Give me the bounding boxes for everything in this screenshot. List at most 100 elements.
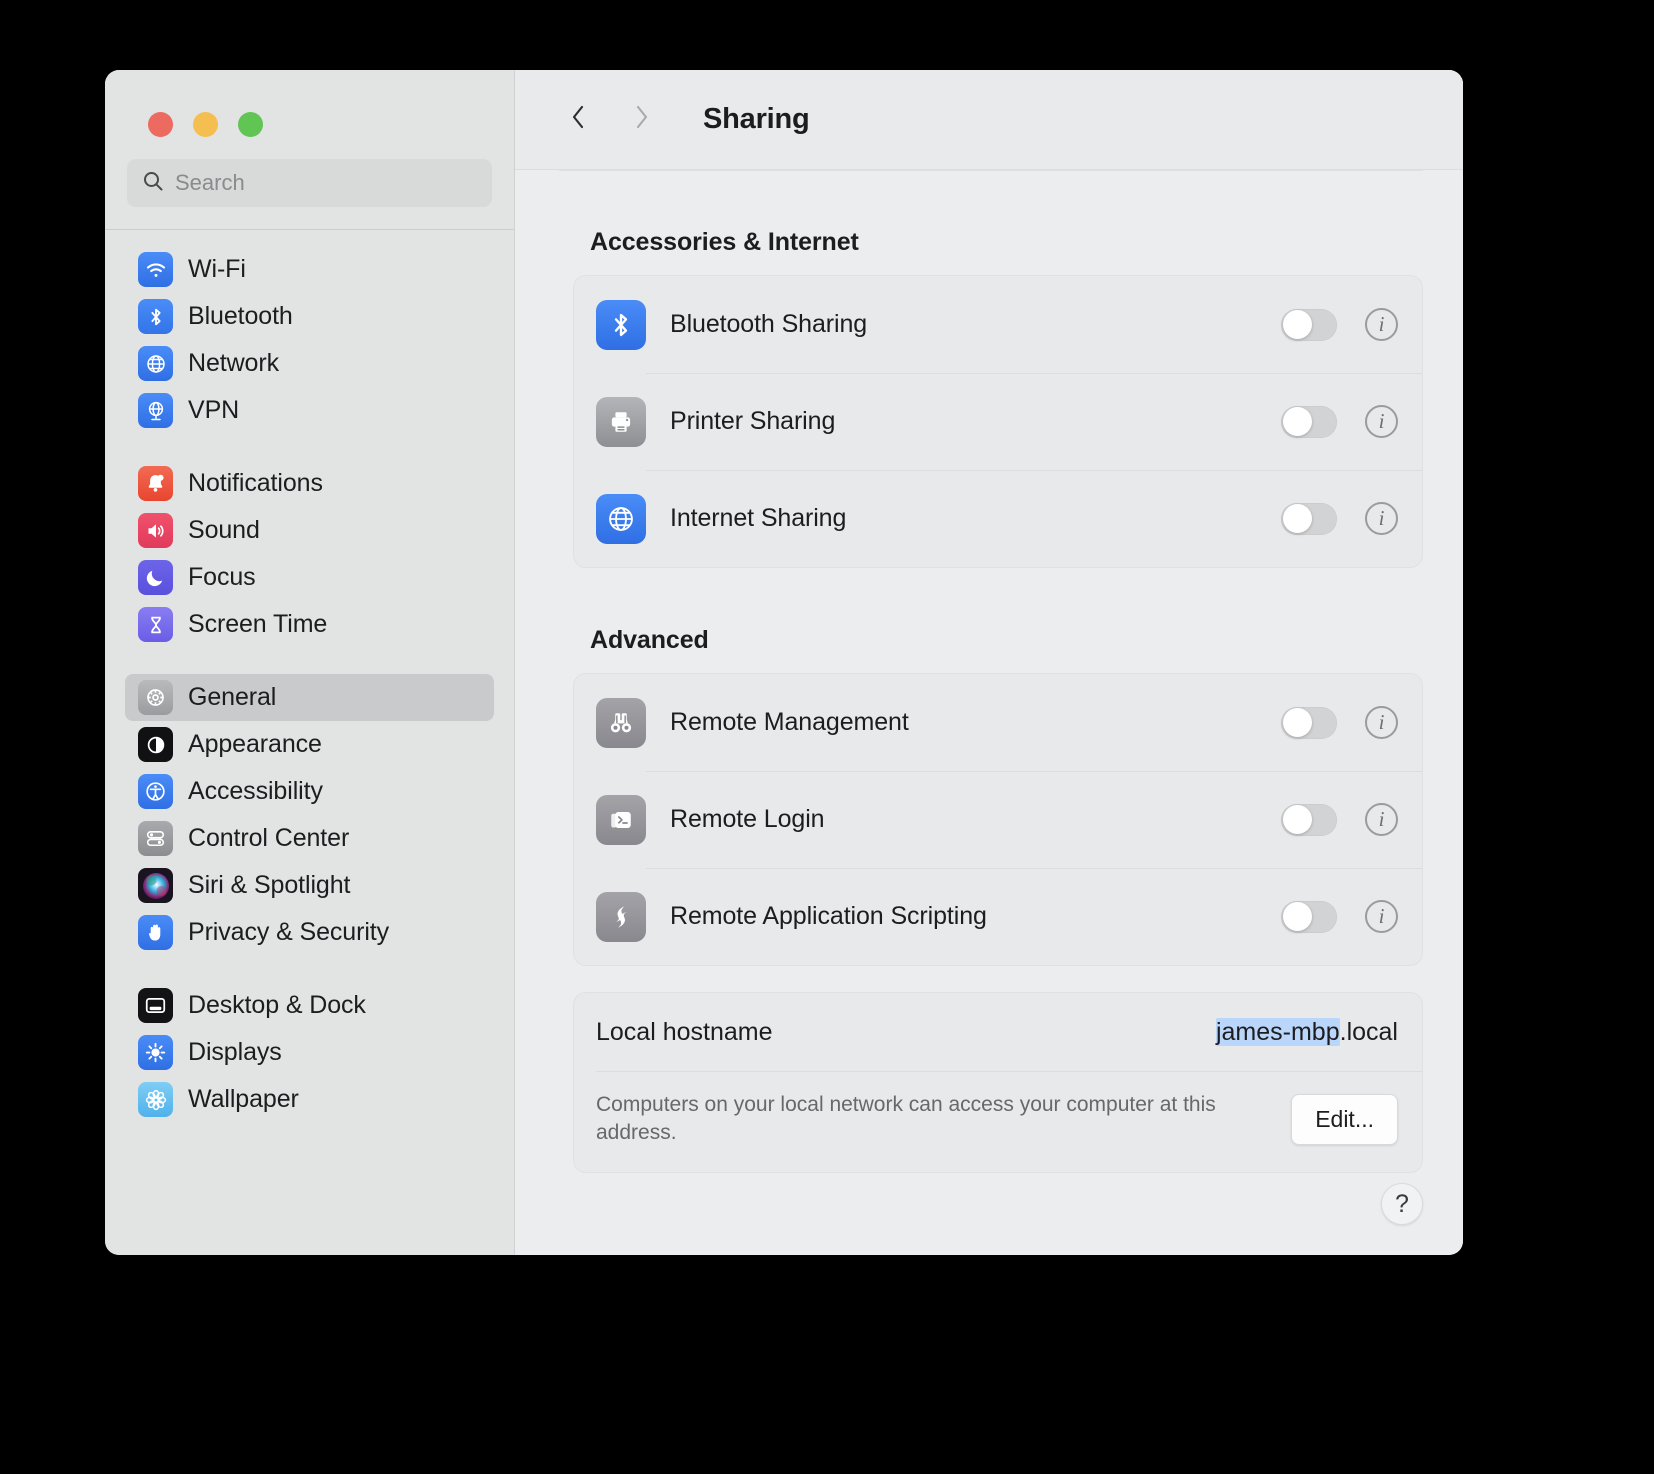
- row-printer-sharing[interactable]: Printer Sharing i: [574, 373, 1422, 470]
- sidebar-item-displays[interactable]: Displays: [125, 1029, 494, 1076]
- sidebar-item-label: VPN: [188, 396, 240, 424]
- sidebar-item-label: Control Center: [188, 824, 350, 852]
- sidebar-item-siri-and-spotlight[interactable]: Siri & Spotlight: [125, 862, 494, 909]
- row-label: Remote Login: [670, 805, 825, 833]
- speaker-icon: [138, 513, 173, 548]
- sidebar-item-general[interactable]: General: [125, 674, 494, 721]
- section-title-advanced: Advanced: [590, 626, 709, 654]
- moon-icon: [138, 560, 173, 595]
- internet-sharing-toggle[interactable]: [1281, 502, 1337, 535]
- sidebar-item-sound[interactable]: Sound: [125, 507, 494, 554]
- edit-hostname-button[interactable]: Edit...: [1291, 1093, 1398, 1145]
- bell-icon: [138, 466, 173, 501]
- sidebar-item-screen-time[interactable]: Screen Time: [125, 601, 494, 648]
- sidebar-item-wallpaper[interactable]: Wallpaper: [125, 1076, 494, 1123]
- advanced-card: Remote Management i Remote Login i Remot…: [573, 673, 1423, 966]
- zoom-button[interactable]: [238, 112, 263, 137]
- local-hostname-row: Local hostname james-mbp.local: [574, 993, 1422, 1071]
- wifi-icon: [138, 252, 173, 287]
- remote-login-toggle[interactable]: [1281, 803, 1337, 836]
- settings-content: Accessories & Internet Bluetooth Sharing…: [515, 170, 1463, 1255]
- sidebar-item-vpn[interactable]: VPN: [125, 387, 494, 434]
- help-button[interactable]: ?: [1381, 1183, 1423, 1225]
- page-title: Sharing: [703, 103, 810, 135]
- internet-sharing-info-button[interactable]: i: [1365, 502, 1398, 535]
- siri-icon: [138, 868, 173, 903]
- sidebar-item-label: Bluetooth: [188, 302, 293, 330]
- sidebar-item-privacy-and-security[interactable]: Privacy & Security: [125, 909, 494, 956]
- bluetooth-sharing-toggle[interactable]: [1281, 308, 1337, 341]
- sidebar-item-label: Displays: [188, 1038, 282, 1066]
- hand-icon: [138, 915, 173, 950]
- sidebar-item-network[interactable]: Network: [125, 340, 494, 387]
- hourglass-icon: [138, 607, 173, 642]
- sidebar-item-label: Notifications: [188, 469, 323, 497]
- sidebar-item-wi-fi[interactable]: Wi-Fi: [125, 246, 494, 293]
- sidebar-item-control-center[interactable]: Control Center: [125, 815, 494, 862]
- detail-pane: Sharing Accessories & Internet Bluetooth…: [515, 70, 1463, 1255]
- accessories-card: Bluetooth Sharing i Printer Sharing i In…: [573, 275, 1423, 568]
- terminal-icon: [596, 794, 646, 845]
- remote-application-scripting-toggle[interactable]: [1281, 900, 1337, 933]
- close-button[interactable]: [148, 112, 173, 137]
- search-box[interactable]: [127, 159, 492, 207]
- bluetooth-sharing-icon: [596, 299, 646, 350]
- row-remote-login[interactable]: Remote Login i: [574, 771, 1422, 868]
- remote-management-info-button[interactable]: i: [1365, 706, 1398, 739]
- remote-management-toggle[interactable]: [1281, 706, 1337, 739]
- minimize-button[interactable]: [193, 112, 218, 137]
- sidebar-item-notifications[interactable]: Notifications: [125, 460, 494, 507]
- bluetooth-sharing-info-button[interactable]: i: [1365, 308, 1398, 341]
- binoculars-icon: [596, 697, 646, 748]
- control-center-icon: [138, 821, 173, 856]
- row-label: Printer Sharing: [670, 407, 836, 435]
- row-internet-sharing[interactable]: Internet Sharing i: [574, 470, 1422, 567]
- row-bluetooth-sharing[interactable]: Bluetooth Sharing i: [574, 276, 1422, 373]
- sidebar-item-bluetooth[interactable]: Bluetooth: [125, 293, 494, 340]
- sidebar-item-label: Network: [188, 349, 279, 377]
- row-remote-management[interactable]: Remote Management i: [574, 674, 1422, 771]
- sidebar-item-label: Desktop & Dock: [188, 991, 366, 1019]
- wallpaper-icon: [138, 1082, 173, 1117]
- sidebar-item-label: Siri & Spotlight: [188, 871, 351, 899]
- bluetooth-icon: [138, 299, 173, 334]
- sidebar-item-label: Wallpaper: [188, 1085, 299, 1113]
- sidebar-item-focus[interactable]: Focus: [125, 554, 494, 601]
- printer-icon: [596, 396, 646, 447]
- scroll-edge: [559, 170, 1423, 171]
- remote-login-info-button[interactable]: i: [1365, 803, 1398, 836]
- search-icon: [141, 169, 165, 198]
- sidebar-item-accessibility[interactable]: Accessibility: [125, 768, 494, 815]
- system-settings-window: Wi-Fi Bluetooth: [105, 70, 1463, 1255]
- toggle-knob: [1282, 805, 1312, 834]
- toolbar: Sharing: [515, 70, 1463, 170]
- sidebar-item-desktop-and-dock[interactable]: Desktop & Dock: [125, 982, 494, 1029]
- chevron-left-icon: [566, 102, 592, 137]
- remote-application-scripting-info-button[interactable]: i: [1365, 900, 1398, 933]
- sidebar: Wi-Fi Bluetooth: [105, 70, 515, 1255]
- row-label: Internet Sharing: [670, 504, 847, 532]
- toggle-knob: [1282, 407, 1312, 436]
- back-button[interactable]: [559, 100, 599, 140]
- sidebar-item-label: Wi-Fi: [188, 255, 246, 283]
- printer-sharing-info-button[interactable]: i: [1365, 405, 1398, 438]
- local-hostname-value-selected: james-mbp: [1215, 1017, 1340, 1046]
- printer-sharing-toggle[interactable]: [1281, 405, 1337, 438]
- sidebar-item-label: General: [188, 683, 277, 711]
- search-container: [105, 137, 514, 207]
- sidebar-item-label: Focus: [188, 563, 256, 591]
- row-remote-application-scripting[interactable]: Remote Application Scripting i: [574, 868, 1422, 965]
- search-input[interactable]: [175, 170, 478, 196]
- sidebar-item-label: Sound: [188, 516, 260, 544]
- forward-button[interactable]: [621, 100, 661, 140]
- sidebar-group-desktop: Desktop & Dock Displays Wallpaper: [125, 982, 494, 1123]
- desktop-dock-icon: [138, 988, 173, 1023]
- sidebar-group-network: Wi-Fi Bluetooth Network VPN: [125, 246, 494, 434]
- local-hostname-value-suffix: .local: [1339, 1017, 1398, 1046]
- row-label: Bluetooth Sharing: [670, 310, 868, 338]
- gear-icon: [138, 680, 173, 715]
- sidebar-group-general: General Appearance Accessibility Control…: [125, 674, 494, 956]
- section-title-accessories: Accessories & Internet: [590, 228, 859, 256]
- local-hostname-value[interactable]: james-mbp.local: [1215, 1017, 1398, 1047]
- sidebar-item-appearance[interactable]: Appearance: [125, 721, 494, 768]
